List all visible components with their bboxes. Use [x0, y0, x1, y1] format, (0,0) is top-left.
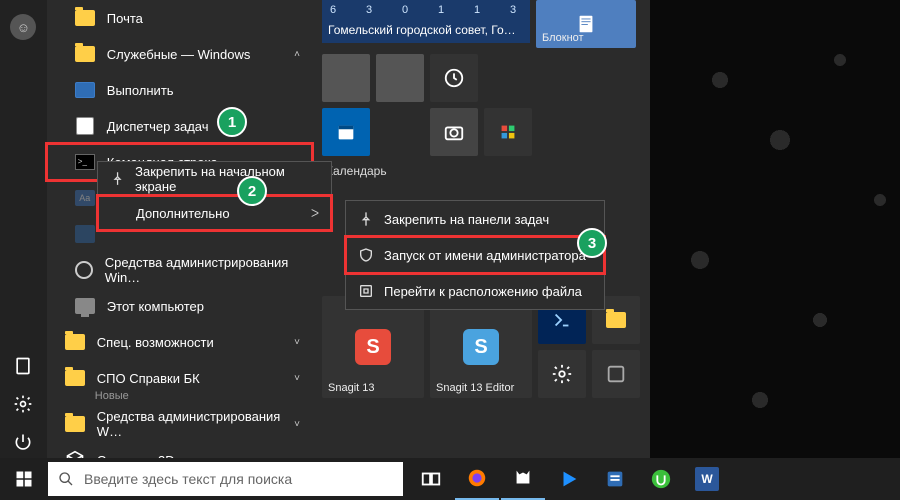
weather-val: 6 — [328, 4, 338, 16]
context-submenu-more: Закрепить на панели задач Запуск от имен… — [345, 200, 605, 310]
regedit-icon — [75, 225, 95, 243]
pin-icon — [358, 211, 374, 227]
tile-settings[interactable] — [538, 350, 586, 398]
tile-notepad-label: Блокнот — [542, 32, 630, 44]
app-admin-tools2[interactable]: Средства администрирования W… ˅ — [47, 406, 312, 442]
start-button[interactable] — [0, 458, 48, 500]
weather-val: 3 — [364, 4, 374, 16]
weather-tile-caption[interactable]: Гомельский городской совет, Го… — [322, 20, 530, 43]
taskbar-firefox[interactable] — [455, 458, 499, 500]
search-icon — [58, 471, 74, 487]
annotation-badge-2: 2 — [237, 176, 267, 206]
tiles-calendar-section: Календарь — [326, 164, 640, 178]
weather-tile-strip: 6 3 0 1 1 3 — [322, 0, 530, 20]
ctx-more-label: Дополнительно — [136, 206, 230, 221]
taskbar-app-blue[interactable] — [593, 458, 637, 500]
annotation-badge-3: 3 — [577, 228, 607, 258]
chevron-down-icon: ˅ — [294, 337, 300, 348]
tile-camera[interactable] — [430, 108, 478, 156]
tile-clock[interactable] — [430, 54, 478, 102]
app-system-folder-label: Служебные — Windows — [107, 47, 251, 62]
ctx-pin-start[interactable]: Закрепить на начальном экране — [98, 162, 331, 196]
ctx-open-location[interactable]: Перейти к расположению файла — [346, 273, 604, 309]
folder-icon — [65, 416, 85, 432]
app-accessibility[interactable]: Спец. возможности ˅ — [47, 324, 312, 360]
pc-icon — [75, 298, 95, 314]
ctx-more[interactable]: Дополнительно ᐳ — [98, 196, 331, 230]
ctx-pin-taskbar[interactable]: Закрепить на панели задач — [346, 201, 604, 237]
tile-blank-2[interactable] — [376, 54, 424, 102]
file-location-icon — [358, 283, 374, 299]
taskbar: Введите здесь текст для поиска W — [0, 458, 900, 500]
app-admin-tools[interactable]: Средства администрирования Win… — [47, 252, 312, 288]
app-spo-label: СПО Справки БК — [97, 371, 200, 386]
chevron-down-icon: ˅ — [294, 373, 300, 384]
folder-icon — [75, 46, 95, 62]
user-avatar[interactable]: ☺ — [10, 14, 36, 40]
app-accessibility-label: Спец. возможности — [97, 335, 214, 350]
app-taskmgr[interactable]: Диспетчер задач — [47, 108, 312, 144]
taskbar-word[interactable]: W — [685, 458, 729, 500]
weather-val: 3 — [508, 4, 518, 16]
chevron-down-icon: ˅ — [294, 419, 300, 430]
app-this-pc-label: Этот компьютер — [107, 299, 204, 314]
taskbar-utorrent[interactable] — [639, 458, 683, 500]
word-icon: W — [695, 467, 719, 491]
tile-extra[interactable] — [592, 350, 640, 398]
pin-icon — [110, 171, 125, 187]
chevron-right-icon: ᐳ — [311, 207, 319, 220]
weather-val: 1 — [472, 4, 482, 16]
weather-val: 0 — [400, 4, 410, 16]
app-this-pc[interactable]: Этот компьютер — [47, 288, 312, 324]
taskbar-search-placeholder: Введите здесь текст для поиска — [84, 471, 292, 487]
taskbar-app-cat[interactable] — [501, 458, 545, 500]
taskmgr-icon — [76, 117, 94, 135]
folder-icon — [606, 312, 626, 328]
ctx-open-location-label: Перейти к расположению файла — [384, 284, 582, 299]
documents-rail-icon[interactable] — [13, 356, 33, 376]
taskbar-media-player[interactable] — [547, 458, 591, 500]
charmap-icon: Aa — [75, 190, 95, 206]
app-mail[interactable]: Почта — [47, 0, 312, 36]
tile-calendar[interactable] — [322, 108, 370, 156]
snagit-editor-icon: S — [463, 329, 499, 365]
tile-store[interactable] — [484, 108, 532, 156]
app-system-folder[interactable]: Служебные — Windows ˄ — [47, 36, 312, 72]
tile-snagit-editor[interactable]: S Snagit 13 Editor — [430, 296, 532, 398]
app-run-label: Выполнить — [107, 83, 174, 98]
folder-icon — [65, 334, 85, 350]
taskbar-search[interactable]: Введите здесь текст для поиска — [48, 462, 403, 496]
blank-icon — [110, 205, 126, 221]
tile-blank-1[interactable] — [322, 54, 370, 102]
shield-icon — [358, 247, 374, 263]
app-admin-tools-label: Средства администрирования Win… — [105, 255, 300, 285]
tile-snagit-editor-label: Snagit 13 Editor — [436, 382, 526, 394]
start-rail: ☺ — [0, 0, 47, 458]
context-menu-cmd: Закрепить на начальном экране Дополнител… — [97, 161, 332, 231]
app-admin-tools2-label: Средства администрирования W… — [97, 409, 282, 439]
ctx-pin-start-label: Закрепить на начальном экране — [135, 164, 319, 194]
tile-snagit[interactable]: S Snagit 13 — [322, 296, 424, 398]
tile-snagit-label: Snagit 13 — [328, 382, 418, 394]
annotation-badge-1: 1 — [217, 107, 247, 137]
snagit-icon: S — [355, 329, 391, 365]
weather-val: 1 — [436, 4, 446, 16]
tile-notepad[interactable]: Блокнот — [536, 0, 636, 48]
ctx-run-admin-label: Запуск от имени администратора — [384, 248, 586, 263]
app-spo[interactable]: СПО Справки БК ˅ — [47, 360, 312, 396]
app-run[interactable]: Выполнить — [47, 72, 312, 108]
folder-icon — [65, 370, 85, 386]
settings-rail-icon[interactable] — [13, 394, 33, 414]
ctx-pin-taskbar-label: Закрепить на панели задач — [384, 212, 549, 227]
app-mail-label: Почта — [107, 11, 143, 26]
cmd-icon: >_ — [75, 154, 95, 170]
app-taskmgr-label: Диспетчер задач — [107, 119, 209, 134]
folder-icon — [75, 10, 95, 26]
run-icon — [75, 82, 95, 98]
chevron-up-icon: ˄ — [294, 49, 300, 60]
taskview-button[interactable] — [409, 458, 453, 500]
ctx-run-admin[interactable]: Запуск от имени администратора — [346, 237, 604, 273]
power-rail-icon[interactable] — [13, 432, 33, 452]
gear-icon — [75, 261, 93, 279]
